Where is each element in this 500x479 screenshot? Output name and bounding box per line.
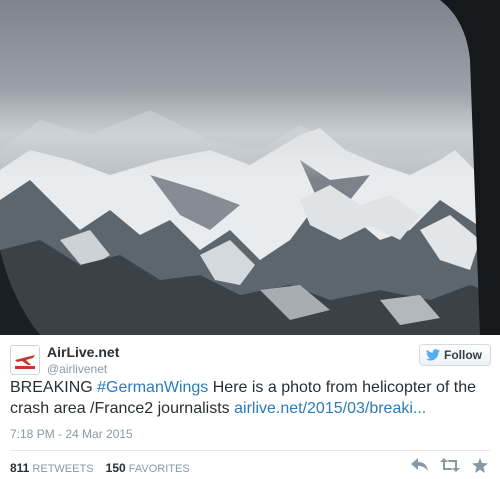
star-icon[interactable]: [470, 456, 490, 474]
retweets-label: RETWEETS: [32, 463, 94, 475]
retweets-count[interactable]: 811: [10, 461, 29, 475]
tweet-photo[interactable]: [0, 0, 500, 335]
tweet-card: AirLive.net @airlivenet Follow BREAKING …: [0, 335, 500, 479]
divider: [10, 450, 490, 451]
avatar[interactable]: [10, 345, 40, 375]
retweet-icon[interactable]: [440, 456, 460, 474]
tweet-actions: [410, 456, 490, 474]
author-name[interactable]: AirLive.net: [47, 344, 119, 360]
favorites-count[interactable]: 150: [106, 461, 126, 475]
hashtag-link[interactable]: #GermanWings: [97, 379, 208, 396]
tweet-prefix: BREAKING: [10, 379, 98, 396]
tweet-stats: 811 RETWEETS 150 FAVORITES: [10, 461, 190, 475]
timestamp[interactable]: 7:18 PM - 24 Mar 2015: [10, 427, 133, 441]
twitter-bird-icon: [426, 349, 440, 361]
author-handle[interactable]: @airlivenet: [47, 362, 107, 376]
tweet-text: BREAKING #GermanWings Here is a photo fr…: [10, 377, 490, 419]
article-link[interactable]: airlive.net/2015/03/breaki...: [234, 400, 426, 417]
favorites-label: FAVORITES: [128, 463, 190, 475]
follow-label: Follow: [444, 348, 482, 362]
reply-icon[interactable]: [410, 456, 430, 474]
follow-button[interactable]: Follow: [419, 344, 491, 366]
airplane-logo-icon: [11, 346, 39, 374]
